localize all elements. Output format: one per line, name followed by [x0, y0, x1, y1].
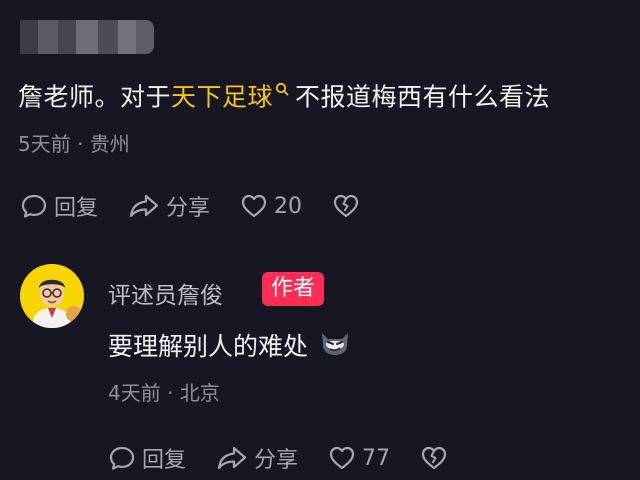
reply-button[interactable]: 回复: [20, 190, 98, 222]
heart-icon: [241, 194, 267, 218]
dislike-button[interactable]: [420, 444, 454, 472]
reply-meta: 4天前 · 北京: [108, 381, 220, 405]
comment-actions: 回复 分享 20: [20, 190, 366, 222]
reply-text-content: 要理解别人的难处: [108, 332, 309, 361]
share-button[interactable]: 分享: [128, 190, 210, 222]
reply-label: 回复: [142, 448, 187, 473]
share-label: 分享: [166, 196, 211, 221]
search-icon[interactable]: [275, 73, 289, 102]
comment-meta: 5天前 · 贵州: [18, 132, 130, 156]
author-name[interactable]: 评述员詹俊: [108, 276, 223, 310]
blurred-username: [20, 20, 154, 54]
share-arrow-icon: [129, 194, 159, 218]
like-count: 20: [274, 193, 303, 219]
heart-icon: [329, 446, 355, 470]
comment-text-before: 詹老师。对于: [18, 82, 172, 112]
like-button[interactable]: 20: [240, 192, 302, 220]
share-button[interactable]: 分享: [216, 442, 298, 474]
reply-button[interactable]: 回复: [108, 442, 186, 474]
share-arrow-icon: [217, 446, 247, 470]
broken-heart-icon: [421, 446, 447, 470]
broken-heart-icon: [333, 194, 359, 218]
comment-bubble-icon: [21, 194, 47, 218]
like-button[interactable]: 77: [328, 444, 390, 472]
reply-text: 要理解别人的难处: [108, 327, 352, 363]
reply-actions: 回复 分享 77: [108, 442, 454, 474]
comment-text: 詹老师。对于天下足球 不报道梅西有什么看法: [18, 73, 550, 113]
search-keyword-link[interactable]: 天下足球: [171, 82, 273, 111]
author-badge: 作者: [262, 272, 325, 306]
reply-label: 回复: [54, 196, 99, 221]
dislike-button[interactable]: [332, 192, 366, 220]
cat-smirk-emoji: [318, 327, 352, 363]
comment-text-after: 不报道梅西有什么看法: [295, 82, 551, 112]
share-label: 分享: [254, 448, 299, 473]
like-count: 77: [362, 445, 391, 471]
comment-bubble-icon: [109, 446, 135, 470]
avatar[interactable]: [20, 264, 84, 328]
